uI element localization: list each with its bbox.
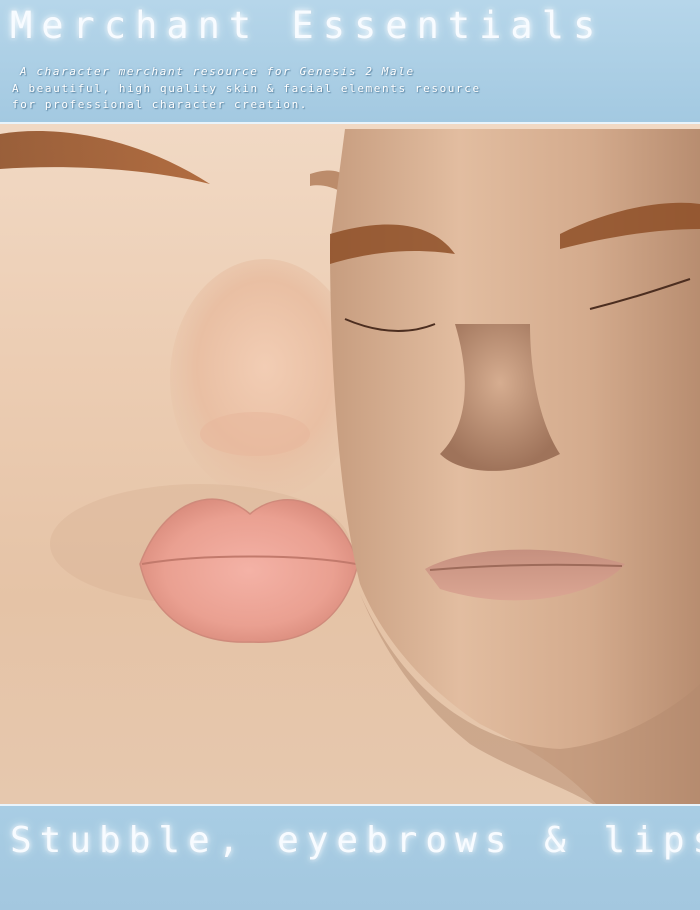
promo-page: Merchant Essentials A character merchant…: [0, 0, 700, 910]
left-eyebrow: [0, 131, 210, 184]
description-line-2: for professional character creation.: [12, 98, 309, 111]
page-title: Merchant Essentials: [10, 4, 605, 47]
tagline: A character merchant resource for Genesi…: [20, 65, 415, 78]
footer-banner: Stubble, eyebrows & lips: [0, 806, 700, 910]
lips-texture: [139, 498, 359, 643]
header-banner: Merchant Essentials A character merchant…: [0, 0, 700, 122]
face-illustration: [0, 129, 700, 804]
product-render-image: [0, 122, 700, 806]
description-line-1: A beautiful, high quality skin & facial …: [12, 82, 481, 95]
footer-caption: Stubble, eyebrows & lips: [10, 820, 700, 861]
